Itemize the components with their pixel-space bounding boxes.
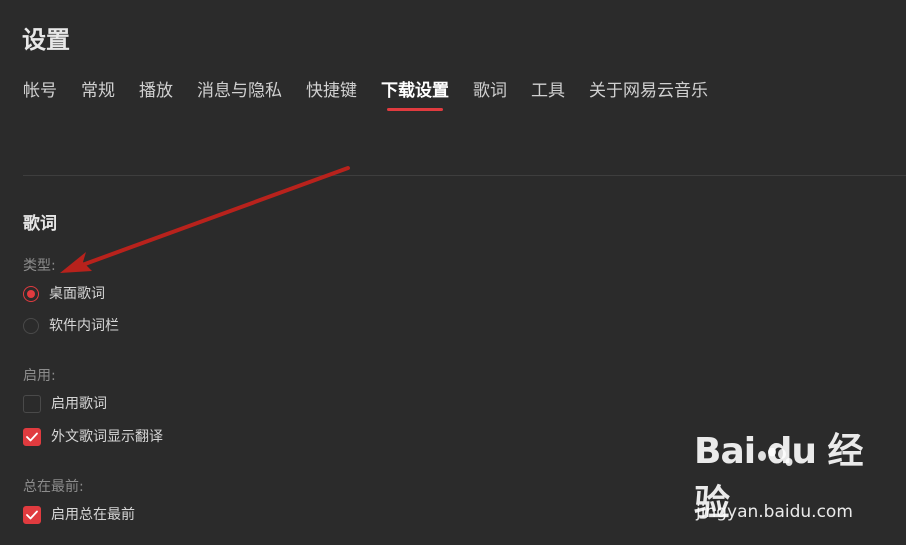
checkbox-enable-lyrics[interactable]: 启用歌词 (23, 393, 107, 415)
tab-about[interactable]: 关于网易云音乐 (589, 78, 708, 104)
on-top-group-label: 总在最前: (23, 479, 84, 495)
checkbox-always-on-top-label: 启用总在最前 (51, 507, 135, 523)
watermark: Bai du 经验 jingyan.baidu.com (694, 431, 864, 526)
checkbox-always-on-top[interactable]: 启用总在最前 (23, 504, 135, 526)
tab-download-settings[interactable]: 下载设置 (381, 78, 449, 111)
checkbox-checked[interactable] (23, 506, 41, 524)
tab-playback[interactable]: 播放 (139, 78, 173, 104)
radio-in-app-lyrics-bar-label: 软件内词栏 (49, 318, 119, 334)
radio-desktop-lyrics[interactable]: 桌面歌词 (23, 283, 105, 305)
settings-page: 设置 帐号 常规 播放 消息与隐私 快捷键 下载设置 歌词 工具 关于网易云音乐… (0, 0, 906, 545)
checkmark-icon (26, 510, 38, 520)
radio-desktop-lyrics-label: 桌面歌词 (49, 286, 105, 302)
settings-tabs: 帐号 常规 播放 消息与隐私 快捷键 下载设置 歌词 工具 关于网易云音乐 (23, 78, 732, 118)
checkbox-checked[interactable] (23, 428, 41, 446)
baidu-paw-icon (758, 448, 793, 466)
radio-button-checked[interactable] (23, 286, 39, 302)
radio-in-app-lyrics-bar[interactable]: 软件内词栏 (23, 315, 119, 337)
tab-shortcuts[interactable]: 快捷键 (306, 78, 357, 104)
section-divider (23, 175, 906, 176)
enable-group-label: 启用: (23, 368, 56, 384)
tab-messages-privacy[interactable]: 消息与隐私 (197, 78, 282, 104)
tab-lyrics[interactable]: 歌词 (473, 78, 507, 104)
tab-tools[interactable]: 工具 (531, 78, 565, 104)
type-group-label: 类型: (23, 258, 56, 274)
watermark-url: jingyan.baidu.com (696, 502, 853, 522)
checkbox-show-translation[interactable]: 外文歌词显示翻译 (23, 426, 163, 448)
checkbox-show-translation-label: 外文歌词显示翻译 (51, 429, 163, 445)
page-title: 设置 (22, 26, 70, 54)
tab-account[interactable]: 帐号 (23, 78, 57, 104)
checkbox-enable-lyrics-label: 启用歌词 (51, 396, 107, 412)
lyrics-section-title: 歌词 (23, 214, 57, 234)
tab-general[interactable]: 常规 (81, 78, 115, 104)
checkmark-icon (26, 432, 38, 442)
radio-button[interactable] (23, 318, 39, 334)
checkbox-unchecked[interactable] (23, 395, 41, 413)
